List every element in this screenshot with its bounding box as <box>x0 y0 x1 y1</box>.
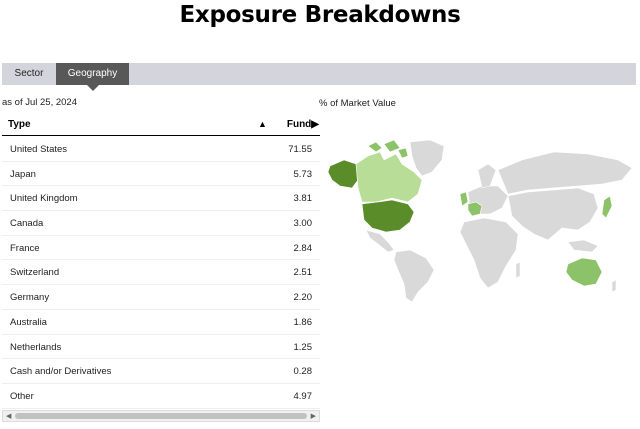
map-label: % of Market Value <box>319 98 396 109</box>
row-type: Australia <box>10 316 47 328</box>
row-type: Other <box>10 390 34 402</box>
table-row: Australia 1.86 <box>2 310 320 335</box>
map-region-australia[interactable] <box>565 257 603 287</box>
row-fund-value: 4.97 <box>293 390 313 402</box>
map-region-canada[interactable] <box>355 151 423 203</box>
map-region-madagascar[interactable] <box>515 261 521 279</box>
row-fund-value: 1.25 <box>293 341 313 353</box>
row-type: Cash and/or Derivatives <box>10 366 112 378</box>
row-fund-value: 2.51 <box>293 267 313 279</box>
sort-ascending-icon[interactable]: ▲ <box>258 119 267 129</box>
tab-geography[interactable]: Geography <box>56 63 129 91</box>
map-region-russia[interactable] <box>497 151 633 195</box>
row-type: Netherlands <box>10 341 62 353</box>
scroll-left-icon[interactable]: ◀ <box>6 412 11 420</box>
row-fund-value: 2.20 <box>293 292 313 304</box>
scroll-right-icon[interactable]: ▶ <box>311 412 316 420</box>
map-region-asia[interactable] <box>507 187 599 241</box>
table-row: United States 71.55 <box>2 137 320 162</box>
table-row: United Kingdom 3.81 <box>2 186 320 212</box>
map-region-japan[interactable] <box>601 195 613 219</box>
exposure-table: United States 71.55 Japan 5.73 United Ki… <box>2 137 320 409</box>
table-row: Other 4.97 <box>2 384 320 409</box>
tab-bar: Sector Geography <box>2 63 636 91</box>
table-row: Switzerland 2.51 <box>2 260 320 286</box>
scrollbar-thumb[interactable] <box>15 413 307 419</box>
row-fund-value: 71.55 <box>288 144 312 155</box>
table-row: Japan 5.73 <box>2 162 320 187</box>
map-region-south-america[interactable] <box>393 249 435 303</box>
row-type: United States <box>10 144 68 155</box>
table-row: Cash and/or Derivatives 0.28 <box>2 359 320 384</box>
table-header: Type ▲ Fund▶ <box>2 116 320 136</box>
map-region-uk[interactable] <box>459 191 469 207</box>
row-fund-value: 1.86 <box>293 316 313 328</box>
map-region-central-america[interactable] <box>365 229 395 253</box>
column-header-type[interactable]: Type <box>8 119 31 130</box>
row-fund-value: 3.81 <box>293 193 313 205</box>
table-row: Canada 3.00 <box>2 211 320 236</box>
map-region-southeast-asia[interactable] <box>567 239 599 253</box>
column-header-fund[interactable]: Fund▶ <box>287 119 319 130</box>
table-row: Netherlands 1.25 <box>2 335 320 360</box>
map-region-usa[interactable] <box>361 199 415 233</box>
row-type: Canada <box>10 218 44 230</box>
row-fund-value: 2.84 <box>293 242 313 254</box>
row-type: United Kingdom <box>10 193 78 205</box>
row-type: Switzerland <box>10 267 60 279</box>
row-fund-value: 0.28 <box>293 366 313 378</box>
table-row: France 2.84 <box>2 236 320 261</box>
table-row: Germany 2.20 <box>2 285 320 310</box>
as-of-date: as of Jul 25, 2024 <box>2 97 77 108</box>
map-region-alaska[interactable] <box>327 159 359 189</box>
world-map <box>327 139 633 303</box>
map-region-africa[interactable] <box>459 217 519 289</box>
map-region-scandinavia[interactable] <box>477 163 497 189</box>
page-title: Exposure Breakdowns <box>179 2 461 28</box>
row-type: France <box>10 242 40 254</box>
row-fund-value: 5.73 <box>293 168 313 180</box>
row-type: Japan <box>10 168 36 180</box>
column-header-fund-label: Fund <box>286 119 312 130</box>
map-region-new-zealand[interactable] <box>611 279 617 293</box>
row-type: Germany <box>10 292 50 304</box>
tab-sector[interactable]: Sector <box>2 63 56 85</box>
row-fund-value: 3.00 <box>293 218 313 230</box>
horizontal-scrollbar[interactable]: ◀ ▶ <box>2 410 320 422</box>
map-region-greenland[interactable] <box>409 139 445 177</box>
right-arrow-icon: ▶ <box>311 119 319 130</box>
